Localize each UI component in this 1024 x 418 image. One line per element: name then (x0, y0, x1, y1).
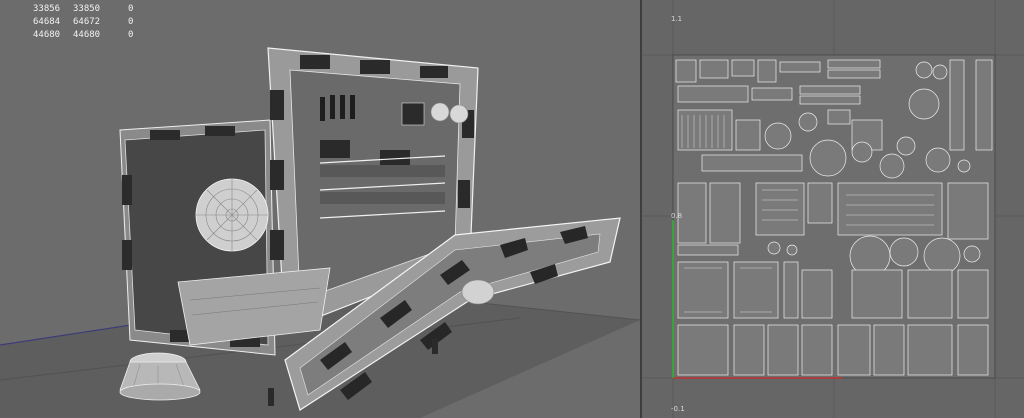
stats-row: 64684 64672 0 (33, 16, 148, 29)
stats-value: 0 (128, 4, 134, 14)
stats-value: 33856 (33, 4, 61, 14)
uv-tick-label: -0.1 (671, 405, 685, 413)
stats-value: 0 (128, 17, 134, 27)
stats-row: 33856 33850 0 (33, 3, 148, 16)
perspective-viewport[interactable]: 33856 33850 0 64684 64672 0 44680 44680 … (0, 0, 640, 418)
stats-value: 44680 (73, 30, 101, 40)
stats-value: 33850 (73, 4, 101, 14)
uv-tick-label: 0.8 (671, 212, 683, 220)
uv-layout-grid (642, 0, 1024, 418)
scene-statistics: 33856 33850 0 64684 64672 0 44680 44680 … (33, 3, 148, 42)
stats-row: 44680 44680 0 (33, 29, 148, 42)
stats-value: 64672 (73, 17, 101, 27)
stats-value: 0 (128, 30, 134, 40)
app-window: 33856 33850 0 64684 64672 0 44680 44680 … (0, 0, 1024, 418)
stats-value: 44680 (33, 30, 61, 40)
uv-editor-viewport[interactable]: 1.1 0.8 -0.1 (642, 0, 1024, 418)
uv-tick-label: 1.1 (671, 15, 683, 23)
oven-model-wireframe (0, 47, 640, 418)
stats-value: 64684 (33, 17, 61, 27)
